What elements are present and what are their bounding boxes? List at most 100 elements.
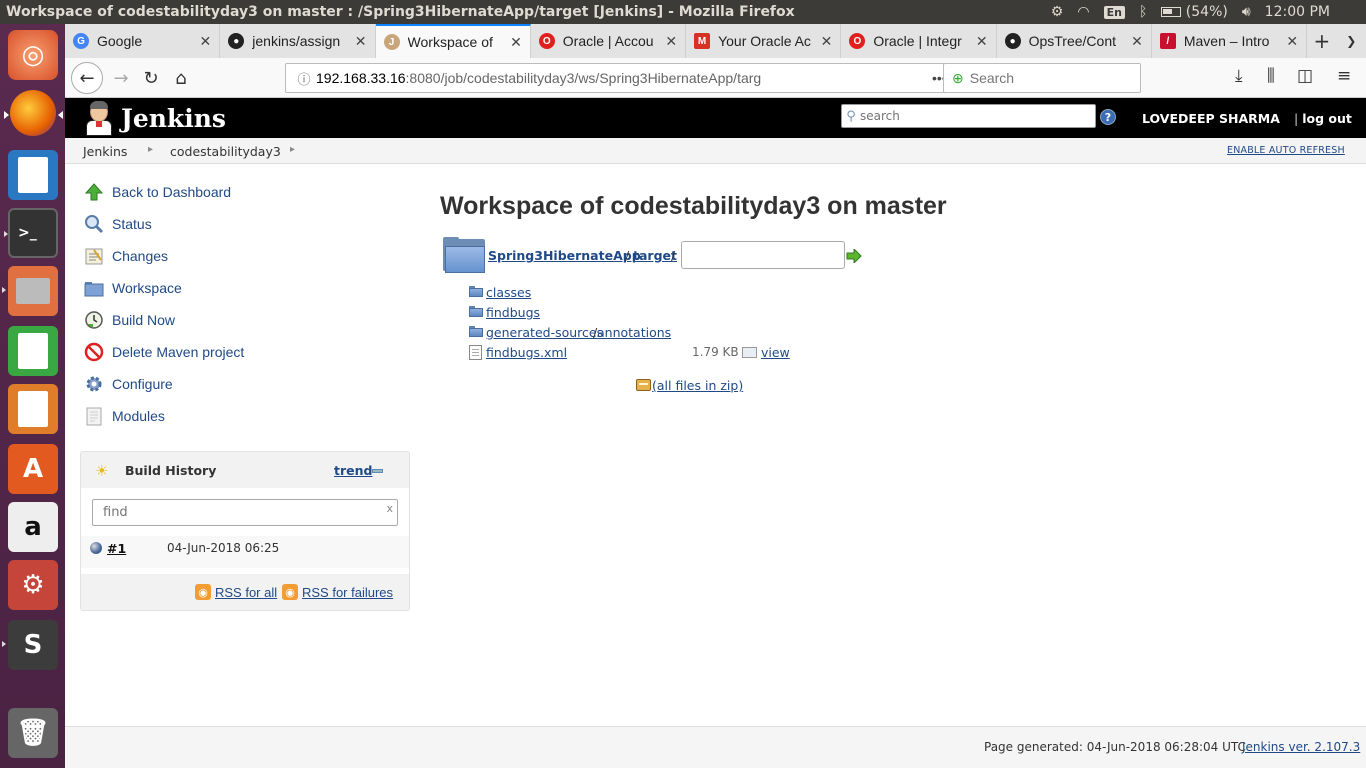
close-tab-icon[interactable]: ✕ (355, 33, 367, 50)
clock[interactable]: 12:00 PM (1265, 4, 1330, 20)
url-bar[interactable]: ⓘ 192.168.33.16:8080/job/codestabilityda… (285, 63, 999, 93)
rss-failures-link[interactable]: RSS for failures (302, 585, 393, 600)
library-icon[interactable]: ⫼ (1267, 66, 1275, 86)
logout-link[interactable]: | log out (1294, 111, 1352, 126)
battery-indicator[interactable]: (54%) (1161, 4, 1228, 20)
tab-google[interactable]: G Google ✕ (65, 24, 221, 58)
forward-button[interactable]: → (107, 64, 135, 92)
view-file-icon[interactable] (742, 347, 757, 358)
url-text[interactable]: 192.168.33.16:8080/job/codestabilityday3… (316, 70, 932, 86)
build-date-link[interactable]: 04-Jun-2018 06:25 (167, 541, 279, 555)
firefox-icon[interactable] (4, 90, 63, 136)
task-changes[interactable]: Changes (83, 244, 168, 268)
libreoffice-writer-icon[interactable] (8, 150, 58, 200)
reload-button[interactable]: ↻ (137, 64, 165, 92)
libreoffice-calc-icon[interactable] (8, 326, 58, 376)
tab-gmail-oracle[interactable]: M Your Oracle Ac ✕ (686, 24, 842, 58)
workspace-filter-input[interactable] (688, 247, 838, 262)
workspace-filter-box[interactable] (681, 241, 845, 269)
file-link-findbugs-xml[interactable]: findbugs.xml (486, 345, 567, 360)
close-tab-icon[interactable]: ✕ (510, 34, 522, 51)
tab-oracle-account[interactable]: O Oracle | Accou ✕ (531, 24, 687, 58)
system-settings-icon[interactable]: ⚙ (8, 560, 58, 610)
libreoffice-impress-icon[interactable] (8, 384, 58, 434)
breadcrumb-chevron-icon[interactable]: ▸ (290, 144, 295, 155)
task-configure[interactable]: Configure (83, 372, 173, 396)
task-modules[interactable]: Modules (83, 404, 165, 428)
downloads-icon[interactable]: ⤓ (1235, 66, 1243, 86)
task-build-now[interactable]: Build Now (83, 308, 175, 332)
trend-link[interactable]: trend (334, 463, 372, 478)
close-tab-icon[interactable]: ✕ (976, 33, 988, 50)
trash-icon[interactable]: 🗑︎ (8, 708, 58, 758)
sun-weather-icon: ☀ (95, 462, 109, 480)
folder-icon (83, 277, 105, 299)
task-workspace[interactable]: Workspace (83, 276, 182, 300)
amazon-icon[interactable]: a (8, 502, 58, 552)
path-link-spring3hibernateapp[interactable]: Spring3HibernateApp (488, 248, 641, 263)
help-icon[interactable]: ? (1100, 109, 1116, 125)
settings-gear-icon[interactable]: ⚙ (1051, 4, 1064, 20)
browser-tab-strip: G Google ✕ ● jenkins/assign ✕ J Workspac… (65, 24, 1366, 58)
site-info-icon[interactable]: ⓘ (292, 69, 316, 88)
close-tab-icon[interactable]: ✕ (200, 33, 212, 50)
build-find-box[interactable]: x (92, 499, 398, 526)
jenkins-search-input[interactable] (860, 109, 1088, 123)
tab-oracle-integration[interactable]: O Oracle | Integr ✕ (841, 24, 997, 58)
view-link[interactable]: view (761, 345, 790, 360)
close-tab-icon[interactable]: ✕ (1131, 33, 1143, 50)
jenkins-search-box[interactable]: ⚲ (841, 104, 1096, 128)
rss-icon[interactable]: ◉ (195, 584, 211, 600)
close-tab-icon[interactable]: ✕ (821, 33, 833, 50)
task-status[interactable]: Status (83, 212, 152, 236)
terminal-icon[interactable]: >_ (4, 208, 58, 258)
task-delete-maven-project[interactable]: Delete Maven project (83, 340, 244, 364)
breadcrumb-chevron-icon[interactable]: ▸ (148, 144, 153, 155)
ubuntu-dash-icon[interactable]: ◎ (8, 30, 58, 80)
menu-icon[interactable]: ≡ (1337, 66, 1351, 86)
user-link[interactable]: LOVEDEEP SHARMA (1142, 111, 1280, 126)
close-tab-icon[interactable]: ✕ (1286, 33, 1298, 50)
file-link-generated-sources[interactable]: generated-sources (486, 325, 603, 340)
file-link-annotations[interactable]: annotations (597, 325, 671, 340)
breadcrumb-jenkins[interactable]: Jenkins (83, 144, 127, 159)
breadcrumb-job[interactable]: codestabilityday3 (170, 144, 281, 159)
modules-icon (83, 405, 105, 427)
collapse-toggle-icon[interactable] (372, 469, 383, 473)
home-button[interactable]: ⌂ (167, 64, 195, 92)
build-number-link[interactable]: #1 (107, 541, 126, 556)
enable-auto-refresh-link[interactable]: ENABLE AUTO REFRESH (1227, 145, 1345, 156)
keyboard-layout-indicator[interactable]: En (1103, 5, 1125, 19)
close-tab-icon[interactable]: ✕ (665, 33, 677, 50)
software-center-icon[interactable]: A (8, 444, 58, 494)
files-icon[interactable] (2, 266, 58, 316)
tab-list-button[interactable]: ❯ (1337, 24, 1366, 58)
go-arrow-icon[interactable] (846, 247, 862, 265)
jenkins-home-link[interactable]: Jenkins (83, 100, 226, 136)
tab-jenkins-workspace[interactable]: J Workspace of ✕ (375, 24, 531, 58)
new-tab-button[interactable]: + (1307, 24, 1336, 58)
file-link-classes[interactable]: classes (486, 285, 531, 300)
back-button[interactable]: ← (71, 62, 103, 94)
rss-icon[interactable]: ◉ (282, 584, 298, 600)
bluetooth-icon[interactable]: ᛒ (1139, 4, 1147, 20)
task-label: Build Now (112, 312, 176, 328)
folder-icon (469, 326, 483, 337)
build-find-input[interactable] (103, 505, 373, 520)
task-back-to-dashboard[interactable]: Back to Dashboard (83, 180, 231, 204)
tab-maven-intro[interactable]: / Maven – Intro ✕ (1152, 24, 1308, 58)
slack-icon[interactable]: S (2, 620, 58, 670)
sidebar-icon[interactable]: ◫ (1297, 66, 1313, 86)
volume-icon[interactable]: 🔊︎ (1242, 4, 1251, 20)
file-link-findbugs[interactable]: findbugs (486, 305, 540, 320)
search-bar[interactable]: ⊕ (943, 63, 1141, 93)
clear-find-icon[interactable]: x (386, 502, 393, 515)
rss-all-link[interactable]: RSS for all (215, 585, 277, 600)
jenkins-version-link[interactable]: Jenkins ver. 2.107.3 (1242, 740, 1360, 754)
tab-github-opstree[interactable]: ● OpsTree/Cont ✕ (997, 24, 1152, 58)
search-input[interactable] (969, 70, 1120, 86)
zip-archive-icon[interactable] (636, 379, 651, 391)
wifi-icon[interactable]: ◠ (1077, 4, 1089, 20)
all-files-zip-link[interactable]: (all files in zip) (652, 378, 743, 393)
tab-github-jenkins[interactable]: ● jenkins/assign ✕ (220, 24, 376, 58)
